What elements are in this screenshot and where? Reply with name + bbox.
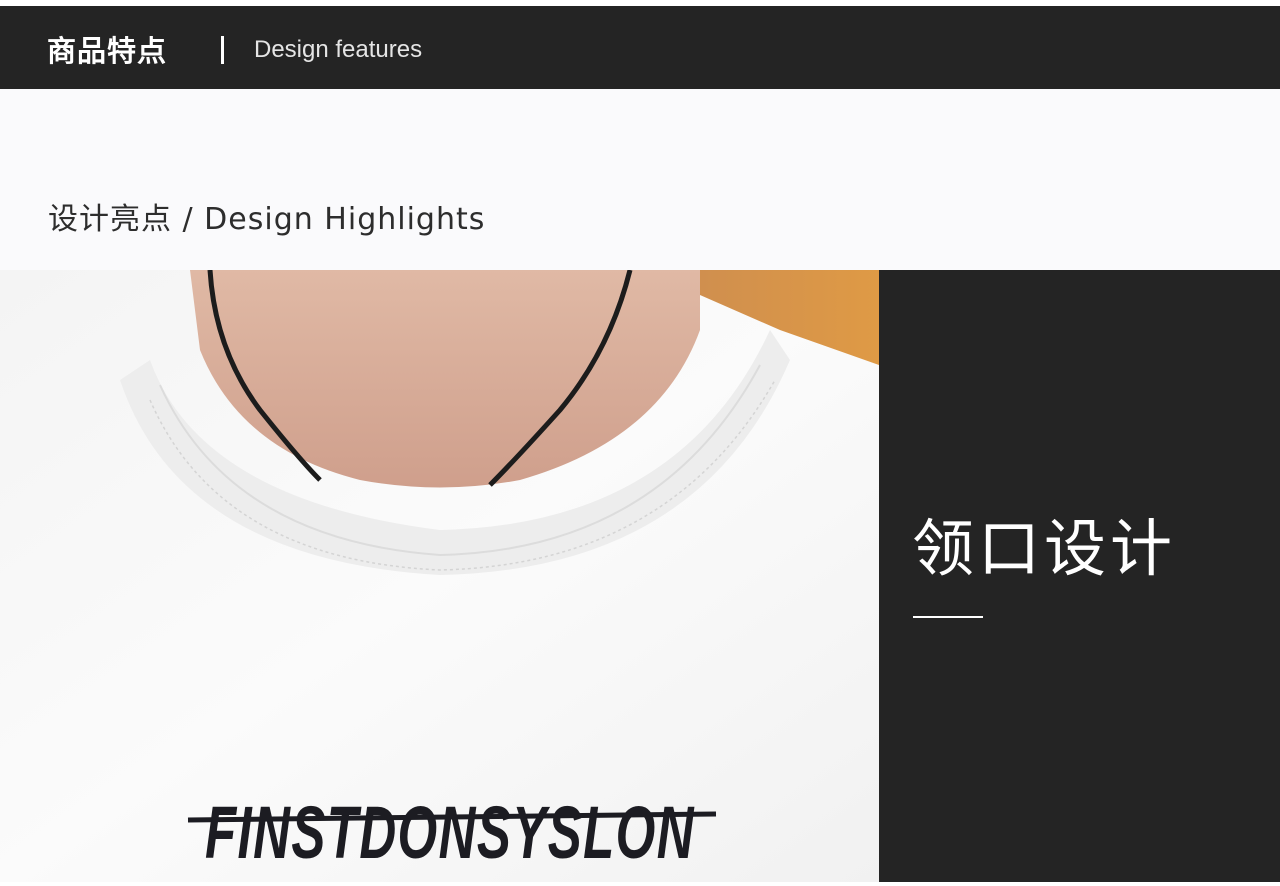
feature-underline: [913, 616, 983, 618]
feature-panel: 领口设计: [879, 270, 1280, 882]
header-separator: [221, 36, 224, 64]
product-photo: FINSTDONSYSLON: [0, 270, 879, 882]
header-title-cn: 商品特点: [47, 34, 168, 68]
bottom-strip: [0, 882, 1280, 886]
design-highlights-heading: 设计亮点 / Design Highlights: [48, 202, 486, 237]
shirt-print-text: FINSTDONSYSLON: [205, 791, 695, 874]
section-header-band: [0, 89, 1280, 270]
header-bar: 商品特点 Design features: [0, 6, 1280, 89]
header-title-en: Design features: [254, 36, 423, 63]
feature-title: 领口设计: [912, 512, 1177, 585]
